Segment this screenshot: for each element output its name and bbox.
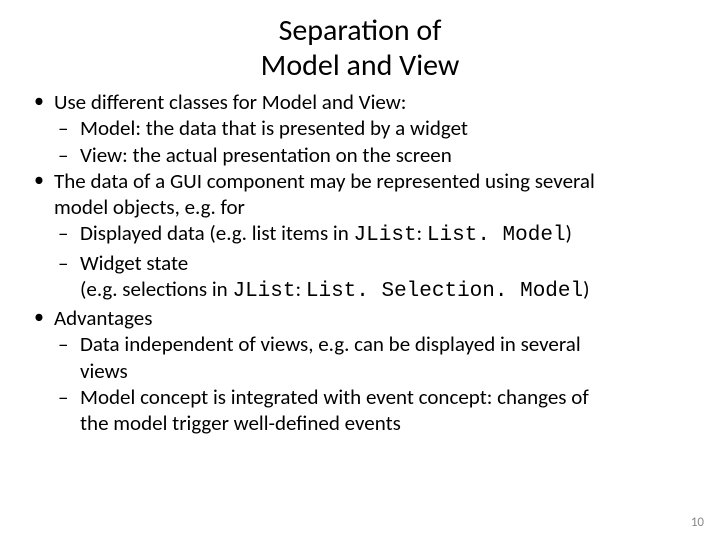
bullet-2-text-line1: The data of a GUI component may be repre… (54, 168, 595, 194)
bullet-3-1-line2: views (80, 358, 128, 384)
bullet-2-2-code-selectionmodel: List. Selection. Model (306, 280, 583, 303)
bullet-1: Use different classes for Model and View… (28, 89, 692, 168)
bullet-2-2-code-jlist: JList (232, 280, 295, 303)
slide-title: Separation of Model and View (0, 0, 720, 89)
bullet-1-text: Use different classes for Model and View… (54, 89, 406, 115)
bullet-2-2-post: ) (583, 276, 589, 302)
bullet-2-1-code-listmodel: List. Model (427, 224, 566, 247)
bullet-3-1: Data independent of views, e.g. can be d… (54, 331, 692, 384)
bullet-2-1-pre: Displayed data (e.g. list items in (80, 220, 354, 246)
bullet-1-1-text: Model: the data that is presented by a w… (80, 115, 468, 141)
bullet-3-sublist: Data independent of views, e.g. can be d… (54, 331, 692, 436)
bullet-2-sublist: Displayed data (e.g. list items in JList… (54, 220, 692, 305)
bullet-1-2-text: View: the actual presentation on the scr… (80, 142, 452, 168)
bullet-2-text-line2: model objects, e.g. for (54, 194, 245, 220)
bullet-2-2-mid: : (295, 276, 305, 302)
bullet-list-level1: Use different classes for Model and View… (28, 89, 692, 436)
bullet-2-2-line1: Widget state (80, 250, 188, 276)
bullet-2-2-pre: (e.g. selections in (80, 276, 232, 302)
bullet-2: The data of a GUI component may be repre… (28, 168, 692, 305)
bullet-3: Advantages Data independent of views, e.… (28, 305, 692, 436)
bullet-3-2-line2: the model trigger well-defined events (80, 410, 401, 436)
bullet-2-1: Displayed data (e.g. list items in JList… (54, 220, 692, 249)
bullet-2-1-mid: : (417, 220, 427, 246)
bullet-1-1: Model: the data that is presented by a w… (54, 115, 692, 141)
bullet-3-1-line1: Data independent of views, e.g. can be d… (80, 331, 581, 357)
bullet-3-2: Model concept is integrated with event c… (54, 384, 692, 437)
title-line-1: Separation of (279, 12, 442, 49)
bullet-2-2: Widget state (e.g. selections in JList: … (54, 250, 692, 306)
bullet-1-sublist: Model: the data that is presented by a w… (54, 115, 692, 168)
page-number: 10 (691, 515, 704, 530)
bullet-3-2-line1: Model concept is integrated with event c… (80, 384, 589, 410)
title-line-2: Model and View (261, 47, 460, 84)
bullet-2-1-code-jlist: JList (354, 224, 417, 247)
slide: Separation of Model and View Use differe… (0, 0, 720, 540)
bullet-3-text: Advantages (54, 305, 152, 331)
bullet-2-1-post: ) (566, 220, 572, 246)
slide-body: Use different classes for Model and View… (0, 89, 720, 436)
bullet-1-2: View: the actual presentation on the scr… (54, 142, 692, 168)
